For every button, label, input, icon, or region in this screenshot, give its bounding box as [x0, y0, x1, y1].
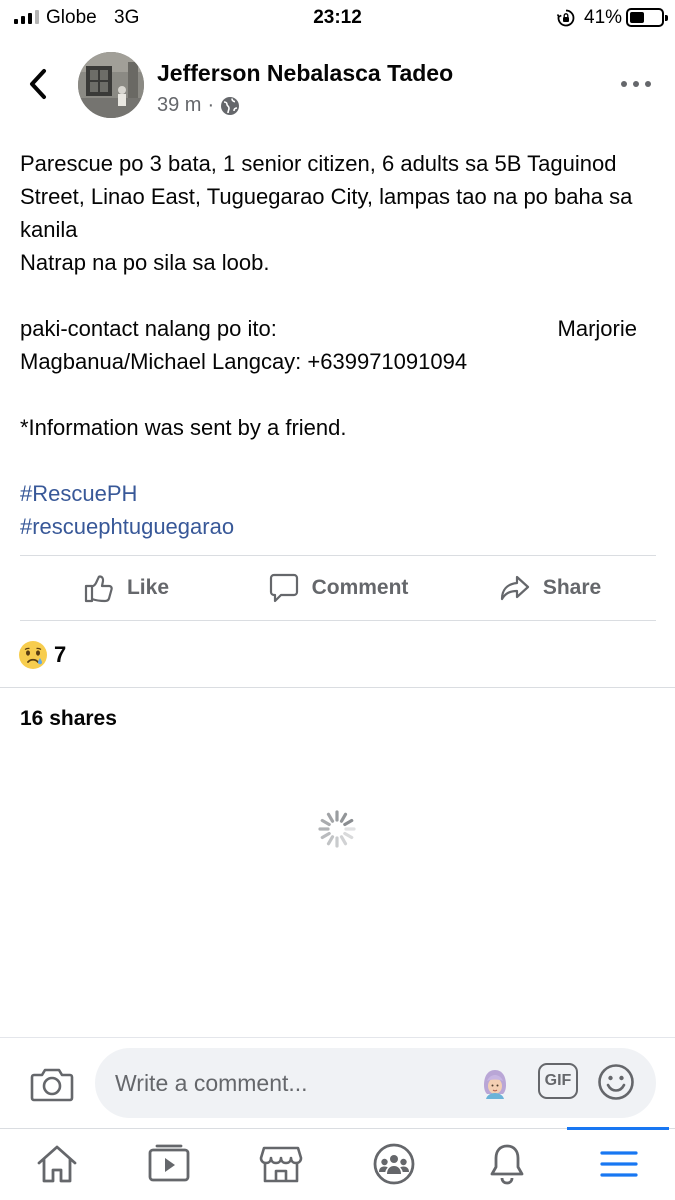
post-note: *Information was sent by a friend. [20, 415, 347, 440]
tab-notifications[interactable] [485, 1142, 529, 1186]
home-icon [37, 1145, 77, 1183]
post-text-line: Parescue po 3 bata, 1 senior citizen, 6 … [20, 151, 633, 242]
gif-button[interactable]: GIF [538, 1063, 578, 1099]
spinner-spoke [326, 835, 335, 846]
tab-marketplace[interactable] [259, 1142, 303, 1186]
contact-label: paki-contact nalang po ito: [20, 316, 277, 341]
avatar-sticker-icon [484, 1070, 506, 1099]
spinner-spoke [343, 818, 354, 827]
video-icon [148, 1144, 190, 1182]
notifications-icon [490, 1144, 524, 1185]
divider [0, 687, 675, 688]
battery-icon [626, 8, 668, 27]
reaction-count: 7 [54, 642, 67, 667]
spinner-spoke [326, 812, 335, 823]
comment-button[interactable]: Comment [232, 557, 444, 619]
rotation-lock-icon [556, 9, 575, 27]
divider [20, 620, 656, 621]
contact-details: Magbanua/Michael Langcay: +639971091094 [20, 349, 468, 374]
tab-menu[interactable] [597, 1142, 641, 1186]
post-text: Parescue po 3 bata, 1 senior citizen, 6 … [20, 147, 662, 543]
meta-separator: · [207, 94, 215, 116]
active-tab-indicator [567, 1127, 669, 1130]
reactions-summary[interactable]: 7 [18, 640, 66, 670]
post-actions: Like Comment Share [20, 557, 656, 619]
groups-icon [373, 1143, 415, 1185]
marketplace-icon [259, 1146, 303, 1183]
spinner-spoke [343, 831, 354, 840]
smiley-icon [598, 1064, 634, 1100]
profile-photo-icon [78, 52, 144, 118]
bottom-tab-bar [0, 1128, 675, 1200]
spinner-spoke [339, 835, 348, 846]
contact-name: Marjorie [557, 316, 637, 341]
hashtag-link[interactable]: #RescuePH [20, 477, 137, 510]
comment-label: Comment [311, 576, 409, 599]
avatar-sticker-button[interactable] [480, 1067, 510, 1099]
like-label: Like [126, 576, 170, 599]
author-avatar[interactable] [78, 52, 144, 118]
author-name[interactable]: Jefferson Nebalasca Tadeo [157, 60, 453, 87]
back-button[interactable] [22, 66, 54, 102]
tab-watch[interactable] [147, 1142, 191, 1186]
more-options-button[interactable] [618, 74, 654, 94]
thumbs-up-icon [84, 575, 113, 603]
post-meta: 39 m · [157, 94, 240, 117]
tab-home[interactable] [35, 1142, 79, 1186]
spinner-spoke [320, 818, 331, 827]
divider [20, 555, 656, 556]
chevron-left-icon [30, 69, 46, 99]
hashtag-link[interactable]: #rescuephtuguegarao [20, 510, 234, 543]
globe-icon [221, 96, 240, 115]
share-arrow-icon [500, 575, 529, 601]
battery-level-fill [630, 12, 644, 23]
sad-emoji-icon [19, 641, 47, 669]
camera-icon [30, 1068, 74, 1102]
emoji-button[interactable] [597, 1063, 635, 1101]
more-dots-icon [621, 81, 651, 87]
battery-percentage: 41% [584, 7, 623, 28]
like-button[interactable]: Like [20, 557, 232, 619]
share-button[interactable]: Share [444, 557, 656, 619]
spinner-spoke [320, 831, 331, 840]
spinner-spoke [339, 812, 348, 823]
share-label: Share [542, 576, 602, 599]
status-bar: Globe 3G 23:12 41% [0, 0, 675, 36]
comment-bubble-icon [269, 573, 298, 603]
post-time[interactable]: 39 m [157, 94, 201, 117]
tab-groups[interactable] [372, 1142, 416, 1186]
loading-spinner-icon [318, 810, 356, 848]
post-text-line: Natrap na po sila sa loob. [20, 250, 270, 275]
contact-line: paki-contact nalang po ito: Marjorie [20, 312, 662, 345]
menu-icon [600, 1151, 638, 1177]
camera-button[interactable] [30, 1064, 74, 1104]
shares-count[interactable]: 16 shares [20, 707, 117, 731]
